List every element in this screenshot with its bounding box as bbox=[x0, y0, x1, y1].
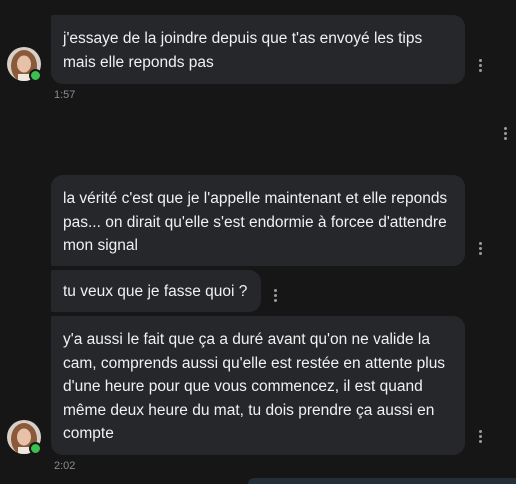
kebab-menu-icon[interactable] bbox=[274, 289, 278, 303]
message-bubble[interactable]: j'essaye de la joindre depuis que t'as e… bbox=[51, 15, 465, 84]
kebab-menu-icon[interactable] bbox=[504, 127, 508, 141]
avatar[interactable] bbox=[7, 420, 42, 455]
kebab-menu-icon[interactable] bbox=[479, 59, 483, 73]
message-text: j'essaye de la joindre depuis que t'as e… bbox=[63, 30, 423, 71]
timestamp: 1:57 bbox=[54, 89, 76, 101]
message-text: la vérité c'est que je l'appelle mainten… bbox=[63, 190, 448, 254]
kebab-menu-icon[interactable] bbox=[479, 430, 483, 444]
online-status-icon bbox=[29, 442, 42, 455]
message-text: tu veux que je fasse quoi ? bbox=[63, 283, 248, 300]
message-bubble[interactable]: la vérité c'est que je l'appelle mainten… bbox=[51, 175, 465, 266]
composer-edge bbox=[248, 478, 516, 484]
timestamp: 2:02 bbox=[54, 460, 76, 472]
avatar[interactable] bbox=[7, 47, 42, 82]
chat-thread: j'essaye de la joindre depuis que t'as e… bbox=[0, 0, 516, 484]
message-text: y'a aussi le fait que ça a duré avant qu… bbox=[63, 331, 446, 442]
kebab-menu-icon[interactable] bbox=[479, 242, 483, 256]
message-bubble[interactable]: tu veux que je fasse quoi ? bbox=[51, 270, 261, 312]
online-status-icon bbox=[29, 69, 42, 82]
message-bubble[interactable]: y'a aussi le fait que ça a duré avant qu… bbox=[51, 316, 465, 455]
